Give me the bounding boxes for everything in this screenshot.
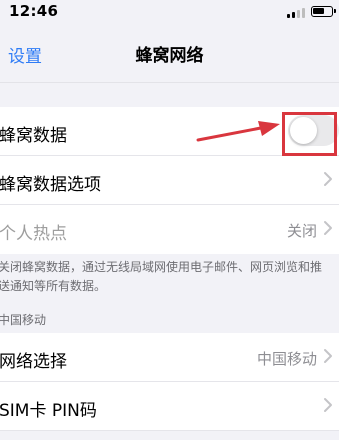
chevron-right-icon [324, 349, 332, 363]
cellular-data-label: 蜂窝数据 [0, 126, 67, 146]
chevron-right-icon [324, 221, 332, 235]
chevron-right-icon [324, 172, 332, 186]
cellular-options-row[interactable]: 蜂窝数据选项 [0, 156, 339, 205]
network-selection-label: 网络选择 [0, 352, 67, 372]
battery-icon [311, 6, 336, 17]
network-selection-row[interactable]: 网络选择 中国移动 [0, 333, 339, 382]
nav-divider [0, 82, 339, 83]
annotation-arrow-icon [196, 121, 280, 142]
sim-pin-row[interactable]: SIM卡 PIN码 [0, 382, 339, 431]
cellular-data-row: 蜂窝数据 [0, 107, 339, 156]
toggle-knob [290, 117, 317, 144]
cellular-settings-group: 蜂窝数据 蜂窝数据选项 个人热点 关闭 [0, 107, 339, 254]
status-bar: 12:46 [0, 0, 339, 26]
network-selection-value: 中国移动 [256, 350, 317, 368]
personal-hotspot-row[interactable]: 个人热点 关闭 [0, 205, 339, 254]
carrier-section-header: 中国移动 [0, 313, 47, 327]
sim-pin-label: SIM卡 PIN码 [0, 401, 97, 421]
carrier-settings-group: 网络选择 中国移动 SIM卡 PIN码 [0, 333, 339, 431]
personal-hotspot-value: 关闭 [286, 222, 317, 240]
personal-hotspot-label: 个人热点 [0, 224, 67, 244]
navigation-bar: 设置 蜂窝网络 [0, 26, 339, 82]
cellular-options-label: 蜂窝数据选项 [0, 175, 101, 195]
page-title: 蜂窝网络 [135, 46, 204, 66]
chevron-right-icon [324, 398, 332, 412]
row-divider [0, 430, 339, 431]
cellular-signal-icon [287, 8, 305, 18]
status-time: 12:46 [9, 2, 59, 20]
cellular-data-footnote: 关闭蜂窝数据，通过无线局域网使用电子邮件、网页浏览和推送通知等所有数据。 [0, 260, 323, 293]
cellular-data-toggle[interactable] [288, 115, 339, 146]
